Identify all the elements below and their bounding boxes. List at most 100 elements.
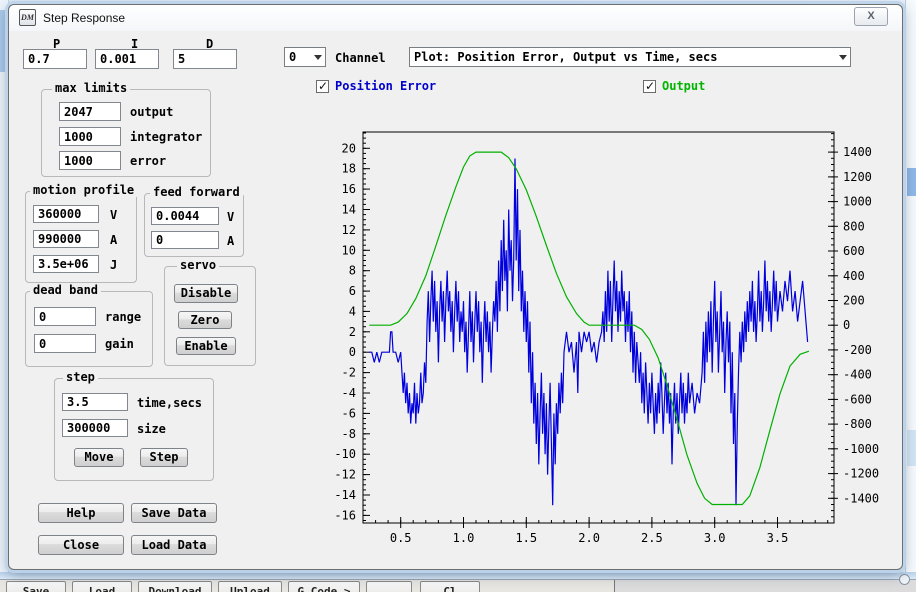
svg-text:14: 14	[342, 203, 356, 217]
background-window-panel	[614, 580, 916, 592]
step-time-label: time,secs	[137, 396, 202, 410]
servo-title: servo	[177, 258, 219, 272]
chevron-down-icon	[310, 48, 325, 66]
acceleration-input[interactable]	[33, 230, 99, 248]
svg-text:-400: -400	[843, 368, 872, 382]
position-error-checkbox[interactable]: Position Error	[316, 79, 436, 93]
bg-clear-button[interactable]: Cl	[420, 581, 480, 592]
svg-text:4: 4	[349, 304, 356, 318]
dead-band-gain-label: gain	[105, 337, 134, 351]
svg-text:0: 0	[843, 318, 850, 332]
svg-text:-1200: -1200	[843, 467, 879, 481]
app-icon: DM	[19, 9, 36, 26]
close-dialog-button[interactable]: Close	[38, 535, 124, 555]
dead-band-range-label: range	[105, 310, 141, 324]
channel-select[interactable]: 0	[284, 47, 326, 67]
svg-text:-1000: -1000	[843, 442, 879, 456]
max-limits-title: max limits	[52, 81, 130, 95]
svg-text:16: 16	[342, 182, 356, 196]
ff-acceleration-label: A	[227, 234, 234, 248]
save-data-button[interactable]: Save Data	[131, 503, 217, 523]
checkbox-check-icon[interactable]	[643, 80, 656, 93]
step-size-label: size	[137, 422, 166, 436]
d-gain-input[interactable]	[173, 49, 237, 69]
servo-zero-button[interactable]: Zero	[178, 311, 232, 329]
max-error-input[interactable]	[59, 151, 121, 170]
velocity-input[interactable]	[33, 205, 99, 223]
max-limits-group: max limits output integrator error	[41, 89, 211, 177]
svg-text:0: 0	[349, 345, 356, 359]
bg-upload-button[interactable]: Upload	[218, 581, 282, 592]
svg-text:2.5: 2.5	[641, 531, 663, 545]
step-response-chart: 0.51.01.52.02.53.03.5-16-14-12-10-8-6-4-…	[309, 117, 909, 565]
svg-text:3.5: 3.5	[767, 531, 789, 545]
output-checkbox[interactable]: Output	[643, 79, 705, 93]
servo-disable-button[interactable]: Disable	[174, 284, 238, 303]
servo-enable-button[interactable]: Enable	[176, 337, 236, 355]
bg-download-button[interactable]: Download	[138, 581, 212, 592]
p-gain-input[interactable]	[23, 49, 87, 69]
bg-load-button[interactable]: Load	[72, 581, 132, 592]
svg-text:-4: -4	[342, 386, 356, 400]
screen: Save Load Download Upload G Code > Cl DM…	[0, 0, 916, 592]
svg-text:-8: -8	[342, 427, 356, 441]
dead-band-gain-input[interactable]	[34, 334, 96, 353]
svg-text:1200: 1200	[843, 170, 872, 184]
velocity-label: V	[110, 208, 117, 222]
svg-text:1400: 1400	[843, 145, 872, 159]
svg-text:8: 8	[349, 264, 356, 278]
max-output-label: output	[130, 105, 173, 119]
motion-profile-title: motion profile	[30, 183, 137, 197]
jerk-label: J	[110, 258, 117, 272]
title-bar[interactable]: DM Step Response X	[9, 5, 902, 31]
svg-text:1.5: 1.5	[515, 531, 537, 545]
max-output-input[interactable]	[59, 102, 121, 121]
bg-blank-button[interactable]	[366, 581, 412, 592]
help-button[interactable]: Help	[38, 503, 124, 523]
svg-text:-1400: -1400	[843, 491, 879, 505]
close-button[interactable]: X	[854, 7, 888, 26]
max-integrator-label: integrator	[130, 130, 202, 144]
svg-text:-12: -12	[334, 468, 356, 482]
dead-band-group: dead band range gain	[25, 291, 153, 367]
chart-canvas: 0.51.01.52.02.53.03.5-16-14-12-10-8-6-4-…	[309, 117, 909, 565]
svg-text:200: 200	[843, 294, 865, 308]
svg-text:12: 12	[342, 223, 356, 237]
bg-gcode-button[interactable]: G Code >	[288, 581, 360, 592]
step-time-input[interactable]	[62, 393, 128, 411]
svg-text:-14: -14	[334, 488, 356, 502]
svg-text:-600: -600	[843, 392, 872, 406]
motion-profile-group: motion profile V A J	[25, 191, 137, 283]
dead-band-title: dead band	[30, 283, 101, 297]
svg-text:400: 400	[843, 269, 865, 283]
max-error-label: error	[130, 154, 166, 168]
dead-band-range-input[interactable]	[34, 307, 96, 326]
svg-text:1.0: 1.0	[453, 531, 475, 545]
svg-text:-800: -800	[843, 417, 872, 431]
ff-acceleration-input[interactable]	[151, 231, 219, 249]
plot-mode-select[interactable]: Plot: Position Error, Output vs Time, se…	[409, 47, 851, 67]
load-data-button[interactable]: Load Data	[131, 535, 217, 555]
step-button[interactable]: Step	[140, 448, 188, 467]
step-size-input[interactable]	[62, 419, 128, 437]
svg-text:2.0: 2.0	[578, 531, 600, 545]
jerk-input[interactable]	[33, 255, 99, 273]
servo-group: servo Disable Zero Enable	[164, 266, 256, 366]
svg-text:2: 2	[349, 325, 356, 339]
bg-save-button[interactable]: Save	[6, 581, 66, 592]
svg-text:-10: -10	[334, 447, 356, 461]
i-gain-input[interactable]	[95, 49, 159, 69]
max-integrator-input[interactable]	[59, 127, 121, 146]
svg-text:600: 600	[843, 244, 865, 258]
checkbox-check-icon[interactable]	[316, 80, 329, 93]
ff-velocity-label: V	[227, 210, 234, 224]
feed-forward-title: feed forward	[150, 185, 243, 199]
svg-text:10: 10	[342, 243, 356, 257]
plot-mode-value: Plot: Position Error, Output vs Time, se…	[414, 50, 717, 64]
move-button[interactable]: Move	[74, 448, 124, 467]
ff-velocity-input[interactable]	[151, 207, 219, 225]
output-label: Output	[662, 79, 705, 93]
resize-grip-icon	[899, 574, 910, 585]
position-error-label: Position Error	[335, 79, 436, 93]
svg-text:-16: -16	[334, 508, 356, 522]
